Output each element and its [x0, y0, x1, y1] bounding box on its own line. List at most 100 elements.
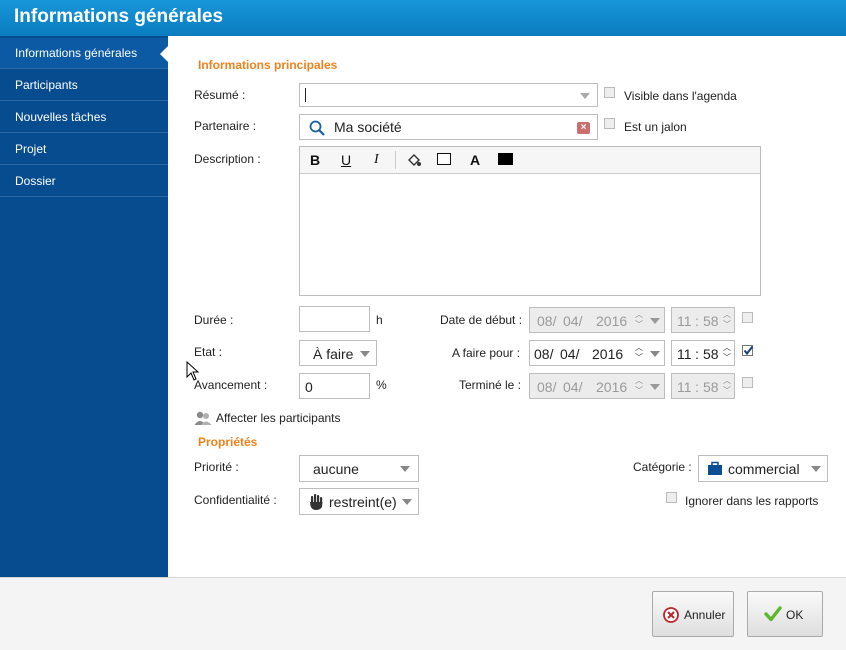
termine-sep: : — [695, 379, 699, 395]
termine-month: 04/ — [563, 379, 583, 395]
date-debut-day: 08/ — [537, 313, 557, 329]
avancement-value: 0 — [305, 379, 313, 395]
clear-icon[interactable]: × — [577, 122, 590, 134]
termine-minute: 58 — [703, 379, 719, 395]
categorie-label: Catégorie : — [633, 460, 692, 474]
afaire-checkbox[interactable] — [742, 345, 754, 356]
termine-time-spinner[interactable]: ︿ ﹀ — [720, 374, 734, 400]
date-debut-spinner[interactable]: ︿ ﹀ — [632, 308, 646, 334]
jalon-label: Est un jalon — [624, 120, 687, 134]
ignorer-rapports-label: Ignorer dans les rapports — [685, 494, 819, 508]
partenaire-value: Ma société — [334, 119, 402, 135]
etat-label: Etat : — [194, 345, 223, 359]
bold-button[interactable]: B — [310, 152, 320, 168]
sidebar-item-label: Nouvelles tâches — [15, 110, 107, 124]
partenaire-field[interactable]: Ma société × — [299, 114, 598, 140]
termine-day: 08/ — [537, 379, 557, 395]
window-title: Informations générales — [14, 6, 224, 27]
title-bar: Informations générales — [0, 0, 846, 36]
partenaire-label: Partenaire : — [194, 119, 257, 133]
ok-label: OK — [786, 608, 804, 622]
italic-button[interactable]: I — [374, 152, 379, 168]
sidebar: Informations générales Participants Nouv… — [0, 36, 168, 577]
chevron-down-icon[interactable] — [811, 466, 821, 472]
afaire-month: 04/ — [560, 346, 580, 362]
termine-checkbox[interactable] — [742, 377, 753, 388]
afaire-year: 2016 — [592, 346, 624, 362]
duree-unit: h — [376, 313, 383, 327]
termine-date-picker[interactable]: 08/ 04/ 2016 ︿ ﹀ — [529, 373, 665, 399]
section-title-main: Informations principales — [198, 58, 338, 72]
jalon-checkbox[interactable] — [604, 118, 615, 129]
heure-debut-picker[interactable]: 11 : 58 ︿ ﹀ — [671, 307, 735, 333]
border-color-icon[interactable] — [437, 153, 451, 165]
afaire-time-spinner[interactable]: ︿ ﹀ — [720, 341, 734, 367]
etat-select[interactable]: À faire — [299, 340, 377, 366]
ignorer-rapports-checkbox[interactable] — [666, 492, 677, 503]
sidebar-item-projet[interactable]: Projet — [0, 134, 168, 165]
active-indicator-icon — [160, 46, 168, 62]
confidentialite-select[interactable]: restreint(e) — [299, 488, 419, 515]
resume-label: Résumé : — [194, 88, 246, 102]
chevron-down-icon[interactable] — [400, 466, 410, 472]
affecter-participants-label: Affecter les participants — [216, 411, 341, 425]
priorite-value: aucune — [313, 461, 359, 477]
chevron-down-icon[interactable] — [580, 93, 590, 99]
description-textarea[interactable] — [300, 173, 760, 295]
font-color-button[interactable]: A — [470, 152, 480, 168]
priorite-label: Priorité : — [194, 460, 239, 474]
sidebar-item-label: Projet — [15, 142, 47, 156]
avancement-input[interactable]: 0 — [299, 373, 370, 399]
resume-combobox[interactable] — [299, 83, 598, 107]
duree-input[interactable] — [299, 306, 370, 332]
afaire-label: A faire pour : — [452, 346, 521, 360]
categorie-select[interactable]: commercial — [698, 455, 828, 482]
duree-label: Durée : — [194, 313, 234, 327]
chevron-down-icon[interactable] — [650, 351, 660, 357]
text-cursor — [305, 88, 306, 102]
checkmark-icon — [764, 606, 782, 622]
termine-date-spinner[interactable]: ︿ ﹀ — [632, 374, 646, 400]
confidentialite-value: restreint(e) — [329, 494, 397, 510]
heure-debut-sep: : — [695, 313, 699, 329]
sidebar-item-dossier[interactable]: Dossier — [0, 166, 168, 197]
priorite-select[interactable]: aucune — [299, 455, 419, 482]
afaire-time-picker[interactable]: 11 : 58 ︿ ﹀ — [671, 340, 735, 366]
underline-button[interactable]: U — [341, 152, 351, 168]
avancement-label: Avancement : — [194, 378, 268, 392]
text-color-swatch-icon[interactable] — [498, 153, 513, 165]
search-icon — [309, 120, 325, 136]
chevron-down-icon[interactable] — [402, 499, 412, 505]
categorie-value: commercial — [728, 461, 800, 477]
heure-debut-spinner[interactable]: ︿ ﹀ — [720, 308, 734, 334]
date-debut-checkbox[interactable] — [742, 312, 753, 323]
cancel-icon — [663, 607, 679, 623]
ok-button[interactable]: OK — [747, 591, 823, 637]
termine-time-picker[interactable]: 11 : 58 ︿ ﹀ — [671, 373, 735, 399]
etat-value: À faire — [313, 346, 354, 362]
afaire-date-picker[interactable]: 08/ 04/ 2016 ︿ ﹀ — [529, 340, 665, 366]
heure-debut-minute: 58 — [703, 313, 719, 329]
affecter-participants-link[interactable]: Affecter les participants — [194, 410, 354, 426]
cancel-button[interactable]: Annuler — [652, 591, 734, 637]
fill-color-icon[interactable] — [406, 152, 422, 168]
termine-year: 2016 — [596, 379, 628, 395]
sidebar-item-participants[interactable]: Participants — [0, 70, 168, 101]
date-debut-picker[interactable]: 08/ 04/ 2016 ︿ ﹀ — [529, 307, 665, 333]
chevron-down-icon[interactable] — [650, 384, 660, 390]
chevron-down-icon[interactable] — [360, 351, 370, 357]
description-editor: B U I A — [299, 146, 761, 296]
chevron-down-icon[interactable] — [650, 318, 660, 324]
sidebar-item-label: Participants — [15, 78, 78, 92]
sidebar-item-nouvelles-taches[interactable]: Nouvelles tâches — [0, 102, 168, 133]
date-debut-month: 04/ — [563, 313, 583, 329]
sidebar-item-label: Informations générales — [15, 46, 138, 60]
users-icon — [194, 411, 212, 425]
sidebar-item-informations-generales[interactable]: Informations générales — [0, 38, 168, 69]
briefcase-icon — [708, 461, 722, 475]
visible-agenda-checkbox[interactable] — [604, 87, 615, 98]
afaire-date-spinner[interactable]: ︿ ﹀ — [632, 341, 646, 367]
termine-label: Terminé le : — [459, 378, 522, 392]
toolbar-divider — [395, 151, 396, 169]
section-title-props: Propriétés — [198, 435, 258, 449]
